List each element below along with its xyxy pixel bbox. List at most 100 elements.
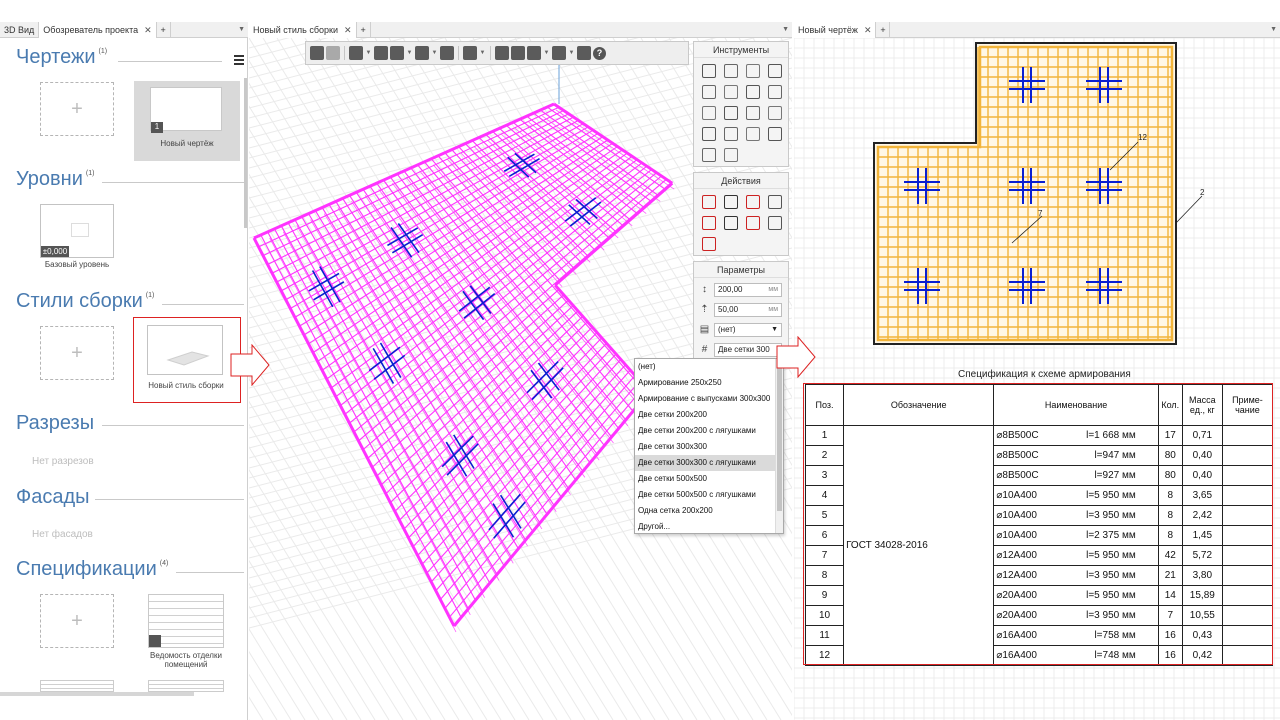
folder-icon[interactable] bbox=[374, 46, 388, 60]
step-unit: мм bbox=[768, 286, 778, 293]
copy-icon[interactable] bbox=[511, 46, 525, 60]
cover-unit: мм bbox=[768, 306, 778, 313]
rotate-icon[interactable] bbox=[463, 46, 477, 60]
tab-menu-icon[interactable]: ▼ bbox=[1270, 22, 1280, 37]
action-6-icon[interactable] bbox=[746, 216, 760, 230]
dropdown-option[interactable]: Две сетки 200х200 с лягушками bbox=[635, 423, 783, 439]
close-icon[interactable]: ✕ bbox=[344, 25, 352, 36]
scrollbar[interactable] bbox=[244, 78, 247, 228]
view-3d[interactable]: ▼ ▼ ▼ ▼ ▼ ▼ ? Инструменты Действия Парам… bbox=[249, 38, 792, 720]
chevron-down-icon[interactable]: ▼ bbox=[543, 50, 550, 56]
cover-input[interactable]: 50,00 мм bbox=[714, 302, 782, 317]
dropdown-option[interactable]: Армирование с выпусками 300х300 bbox=[635, 391, 783, 407]
horizontal-scrollbar[interactable] bbox=[0, 692, 194, 696]
section-title-facades: Фасады bbox=[16, 486, 90, 509]
help-icon[interactable]: ? bbox=[593, 46, 606, 60]
action-0-icon[interactable] bbox=[702, 195, 716, 209]
tool-1-icon[interactable] bbox=[724, 64, 738, 78]
level-thumbnail[interactable]: ±0,000 bbox=[40, 204, 114, 258]
tool-10-icon[interactable] bbox=[746, 106, 760, 120]
tool-8-icon[interactable] bbox=[702, 106, 716, 120]
print-icon[interactable] bbox=[440, 46, 454, 60]
reinforcement-plan[interactable]: 12 7 2 bbox=[794, 38, 1280, 368]
add-assembly-style-button[interactable]: + bbox=[40, 326, 114, 380]
action-1-icon[interactable] bbox=[724, 195, 738, 209]
layers-icon[interactable] bbox=[552, 46, 566, 60]
tab-project-browser[interactable]: Обозреватель проекта ✕ bbox=[39, 22, 157, 38]
tool-5-icon[interactable] bbox=[724, 85, 738, 99]
action-4-icon[interactable] bbox=[702, 216, 716, 230]
tab-new-drawing[interactable]: Новый чертёж ✕ bbox=[794, 22, 877, 38]
tool-15-icon[interactable] bbox=[768, 127, 782, 141]
tab-assembly-style[interactable]: Новый стиль сборки ✕ bbox=[249, 22, 357, 38]
chevron-down-icon[interactable]: ▼ bbox=[479, 50, 486, 56]
close-icon[interactable]: ✕ bbox=[144, 25, 152, 36]
action-5-icon[interactable] bbox=[724, 216, 738, 230]
redo-icon[interactable] bbox=[326, 46, 340, 60]
tool-7-icon[interactable] bbox=[768, 85, 782, 99]
chevron-down-icon[interactable]: ▼ bbox=[365, 50, 372, 56]
tool-6-icon[interactable] bbox=[746, 85, 760, 99]
dropdown-option[interactable]: (нет) bbox=[635, 359, 783, 375]
tool-11-icon[interactable] bbox=[768, 106, 782, 120]
param-type-row: ▤ (нет) ▼ bbox=[698, 322, 782, 337]
save-icon[interactable] bbox=[390, 46, 404, 60]
tool-4-icon[interactable] bbox=[702, 85, 716, 99]
undo-icon[interactable] bbox=[310, 46, 324, 60]
spec-thumbnail[interactable] bbox=[148, 594, 224, 648]
chevron-down-icon[interactable]: ▼ bbox=[568, 50, 575, 56]
section-title-specs: Спецификации (4) bbox=[16, 558, 168, 581]
action-8-icon[interactable] bbox=[702, 237, 716, 251]
tool-2-icon[interactable] bbox=[746, 64, 760, 78]
add-spec-button[interactable]: + bbox=[40, 594, 114, 648]
drawing-thumbnail[interactable]: 1 Новый чертёж bbox=[134, 81, 240, 161]
spec-thumbnail-partial[interactable] bbox=[148, 680, 224, 692]
action-3-icon[interactable] bbox=[768, 195, 782, 209]
dropdown-option[interactable]: Две сетки 500х500 с лягушками bbox=[635, 487, 783, 503]
tab-menu-icon[interactable]: ▼ bbox=[238, 22, 248, 37]
tool-9-icon[interactable] bbox=[724, 106, 738, 120]
tool-0-icon[interactable] bbox=[702, 64, 716, 78]
dropdown-option[interactable]: Две сетки 200х200 bbox=[635, 407, 783, 423]
spec-label: Ведомость отделки помещений bbox=[150, 651, 222, 669]
add-tab-button[interactable]: + bbox=[157, 22, 171, 38]
tool-13-icon[interactable] bbox=[724, 127, 738, 141]
tool-17-icon[interactable] bbox=[724, 148, 738, 162]
rebar-line bbox=[554, 182, 674, 287]
tool-12-icon[interactable] bbox=[702, 127, 716, 141]
dropdown-option[interactable]: Две сетки 300х300 bbox=[635, 439, 783, 455]
step-value: 200,00 bbox=[718, 285, 743, 294]
chevron-down-icon[interactable]: ▼ bbox=[431, 50, 438, 56]
type-select[interactable]: (нет) ▼ bbox=[714, 322, 782, 337]
plus-icon: + bbox=[71, 341, 83, 364]
cube-icon[interactable] bbox=[349, 46, 363, 60]
dropdown-scrollbar[interactable] bbox=[775, 359, 783, 533]
tool-3-icon[interactable] bbox=[768, 64, 782, 78]
wrench-icon[interactable] bbox=[577, 46, 591, 60]
tab-3d-view[interactable]: 3D Вид bbox=[0, 22, 40, 38]
action-2-icon[interactable] bbox=[746, 195, 760, 209]
tab-menu-icon[interactable]: ▼ bbox=[782, 22, 792, 37]
chevron-down-icon[interactable]: ▼ bbox=[406, 50, 413, 56]
rebar-line bbox=[530, 369, 553, 399]
dropdown-option[interactable]: Две сетки 500х500 bbox=[635, 471, 783, 487]
add-drawing-button[interactable]: + bbox=[40, 82, 114, 136]
spec-thumbnail-partial[interactable] bbox=[40, 680, 114, 692]
dropdown-option[interactable]: Армирование 250х250 bbox=[635, 375, 783, 391]
dropdown-option[interactable]: Одна сетка 200х200 bbox=[635, 503, 783, 519]
tool-14-icon[interactable] bbox=[746, 127, 760, 141]
mesh-select[interactable]: Две сетки 300 bbox=[714, 342, 782, 357]
action-7-icon[interactable] bbox=[768, 216, 782, 230]
paste-icon[interactable] bbox=[527, 46, 541, 60]
tools-panel: Инструменты bbox=[693, 41, 789, 167]
scissors-icon[interactable] bbox=[495, 46, 509, 60]
tool-16-icon[interactable] bbox=[702, 148, 716, 162]
step-input[interactable]: 200,00 мм bbox=[714, 282, 782, 297]
list-view-icon[interactable] bbox=[234, 55, 244, 65]
dropdown-option[interactable]: Две сетки 300х300 с лягушками bbox=[635, 455, 783, 471]
close-icon[interactable]: ✕ bbox=[864, 25, 872, 36]
add-tab-button[interactable]: + bbox=[876, 22, 891, 38]
export-icon[interactable] bbox=[415, 46, 429, 60]
dropdown-option[interactable]: Другой... bbox=[635, 519, 783, 535]
add-tab-button[interactable]: + bbox=[357, 22, 371, 38]
